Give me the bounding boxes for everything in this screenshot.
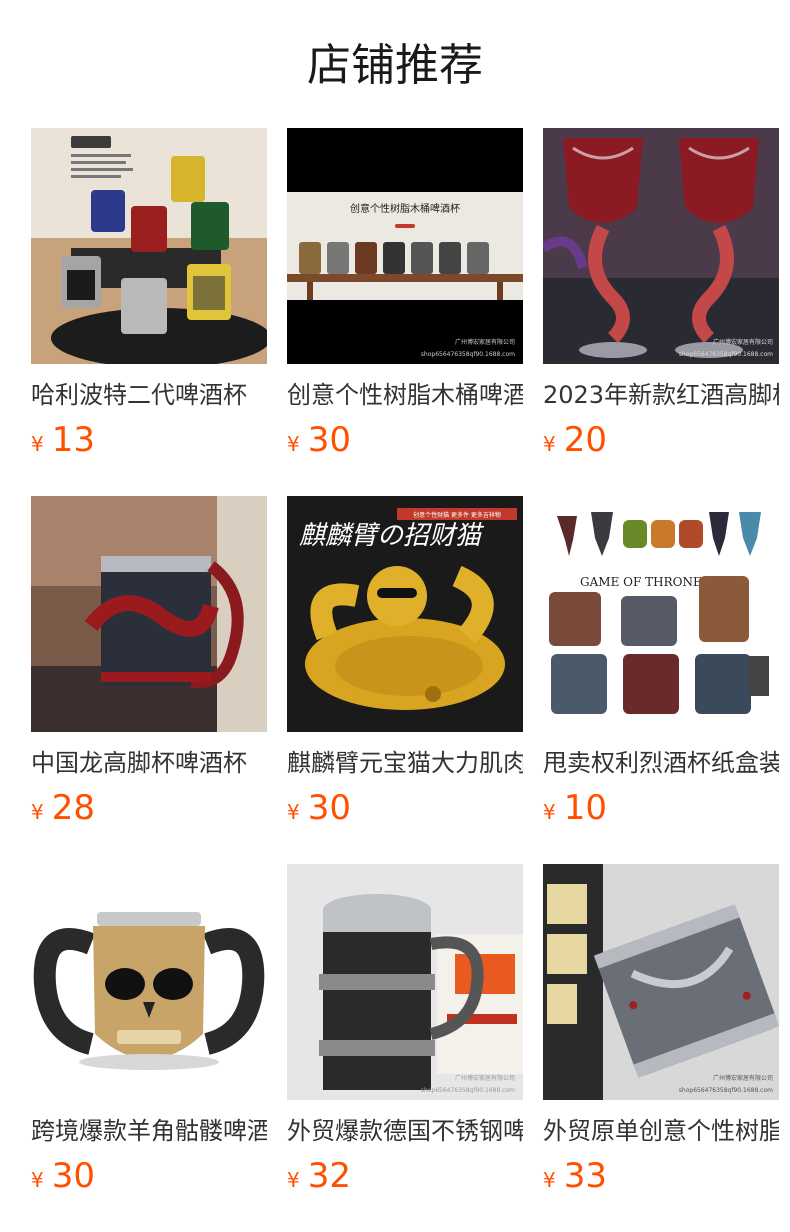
- currency-symbol: ¥: [287, 432, 300, 456]
- silver-dragon-tankard-image: 广州博宏家居有限公司 shop656476358qf90.1688.com: [543, 864, 779, 1100]
- game-of-thrones-cups-image: GAME OF THRONES: [543, 496, 779, 732]
- product-image[interactable]: 创意个性财猫 更多件 更多吉祥物 麒麟臂の招财猫: [287, 496, 523, 732]
- currency-symbol: ¥: [31, 1168, 44, 1192]
- watermark-company: 广州博宏家居有限公司: [713, 338, 773, 346]
- product-card[interactable]: 中国龙高脚杯啤酒杯 ¥28: [31, 496, 267, 864]
- price-value: 28: [51, 788, 95, 828]
- product-image[interactable]: [31, 496, 267, 732]
- product-price: ¥13: [31, 418, 267, 462]
- product-card[interactable]: 广州博宏家居有限公司 shop656476358qf90.1688.com 外贸…: [287, 864, 523, 1232]
- watermark-company: 广州博宏家居有限公司: [455, 1074, 515, 1082]
- price-value: 30: [307, 788, 351, 828]
- section-title: 店铺推荐: [307, 40, 483, 91]
- watermark-company: 广州博宏家居有限公司: [455, 338, 515, 346]
- product-card[interactable]: 跨境爆款羊角骷髅啤酒杯 ¥30: [31, 864, 267, 1232]
- price-value: 33: [563, 1156, 607, 1196]
- price-value: 30: [307, 420, 351, 460]
- banner-text: 创意个性树脂木桶啤酒杯: [350, 202, 460, 215]
- price-value: 20: [563, 420, 607, 460]
- watermark-company: 广州博宏家居有限公司: [713, 1074, 773, 1082]
- product-price: ¥30: [287, 786, 523, 830]
- wooden-barrel-mug-banner-image: 创意个性树脂木桶啤酒杯 广州博宏家居有限公司 shop656476358qf90…: [287, 128, 523, 364]
- price-value: 30: [51, 1156, 95, 1196]
- red-dragon-tankard-image: [31, 496, 267, 732]
- product-price: ¥10: [543, 786, 779, 830]
- banner-text: 麒麟臂の招财猫: [299, 521, 485, 551]
- currency-symbol: ¥: [287, 1168, 300, 1192]
- product-image[interactable]: GAME OF THRONES: [543, 496, 779, 732]
- product-image[interactable]: 创意个性树脂木桶啤酒杯 广州博宏家居有限公司 shop656476358qf90…: [287, 128, 523, 364]
- price-value: 10: [563, 788, 607, 828]
- product-card[interactable]: 广州博宏家居有限公司 shop656476358qf90.1688.com 20…: [543, 128, 779, 496]
- hogwarts-house-mugs-image: [31, 128, 267, 364]
- watermark-url: shop656476358qf90.1688.com: [421, 351, 515, 358]
- product-image[interactable]: 广州博宏家居有限公司 shop656476358qf90.1688.com: [543, 128, 779, 364]
- currency-symbol: ¥: [543, 800, 556, 824]
- watermark-url: shop656476358qf90.1688.com: [679, 1087, 773, 1094]
- product-price: ¥33: [543, 1154, 779, 1198]
- product-price: ¥28: [31, 786, 267, 830]
- product-card[interactable]: GAME OF THRONES 甩卖权利烈酒杯纸盒装 ¥10: [543, 496, 779, 864]
- watermark-url: shop656476358qf90.1688.com: [679, 351, 773, 358]
- logo-text: GAME OF THRONES: [580, 575, 710, 589]
- red-dragon-goblets-image: 广州博宏家居有限公司 shop656476358qf90.1688.com: [543, 128, 779, 364]
- currency-symbol: ¥: [287, 800, 300, 824]
- product-name[interactable]: 创意个性树脂木桶啤酒杯: [287, 378, 523, 412]
- product-name[interactable]: 哈利波特二代啤酒杯: [31, 378, 267, 412]
- product-card[interactable]: 哈利波特二代啤酒杯 ¥13: [31, 128, 267, 496]
- banner-tag: 创意个性财猫 更多件 更多吉祥物: [413, 511, 501, 519]
- golden-muscle-cat-ashtray-image: 创意个性财猫 更多件 更多吉祥物 麒麟臂の招财猫: [287, 496, 523, 732]
- product-name[interactable]: 甩卖权利烈酒杯纸盒装: [543, 746, 779, 780]
- price-value: 13: [51, 420, 95, 460]
- product-image[interactable]: [31, 128, 267, 364]
- currency-symbol: ¥: [31, 800, 44, 824]
- product-name[interactable]: 2023年新款红酒高脚杯: [543, 378, 779, 412]
- product-card[interactable]: 创意个性树脂木桶啤酒杯 广州博宏家居有限公司 shop656476358qf90…: [287, 128, 523, 496]
- product-price: ¥32: [287, 1154, 523, 1198]
- product-name[interactable]: 麒麟臂元宝猫大力肌肉: [287, 746, 523, 780]
- product-name[interactable]: 中国龙高脚杯啤酒杯: [31, 746, 267, 780]
- watermark-url: shop656476358qf90.1688.com: [421, 1087, 515, 1094]
- product-name[interactable]: 跨境爆款羊角骷髅啤酒杯: [31, 1114, 267, 1148]
- product-card[interactable]: 广州博宏家居有限公司 shop656476358qf90.1688.com 外贸…: [543, 864, 779, 1232]
- product-grid: 哈利波特二代啤酒杯 ¥13 创意个性树脂木桶啤酒杯 广州博宏家居有限公司 sho…: [31, 128, 790, 1232]
- product-image[interactable]: [31, 864, 267, 1100]
- product-name[interactable]: 外贸原单创意个性树脂杯: [543, 1114, 779, 1148]
- product-image[interactable]: 广州博宏家居有限公司 shop656476358qf90.1688.com: [287, 864, 523, 1100]
- currency-symbol: ¥: [543, 432, 556, 456]
- product-price: ¥30: [31, 1154, 267, 1198]
- price-value: 32: [307, 1156, 351, 1196]
- product-name[interactable]: 外贸爆款德国不锈钢啤酒杯: [287, 1114, 523, 1148]
- currency-symbol: ¥: [31, 432, 44, 456]
- product-price: ¥20: [543, 418, 779, 462]
- horned-skull-mug-image: [31, 864, 267, 1100]
- product-card[interactable]: 创意个性财猫 更多件 更多吉祥物 麒麟臂の招财猫 麒麟臂元宝猫大力肌肉 ¥30: [287, 496, 523, 864]
- product-price: ¥30: [287, 418, 523, 462]
- viking-rune-tankard-image: 广州博宏家居有限公司 shop656476358qf90.1688.com: [287, 864, 523, 1100]
- currency-symbol: ¥: [543, 1168, 556, 1192]
- product-image[interactable]: 广州博宏家居有限公司 shop656476358qf90.1688.com: [543, 864, 779, 1100]
